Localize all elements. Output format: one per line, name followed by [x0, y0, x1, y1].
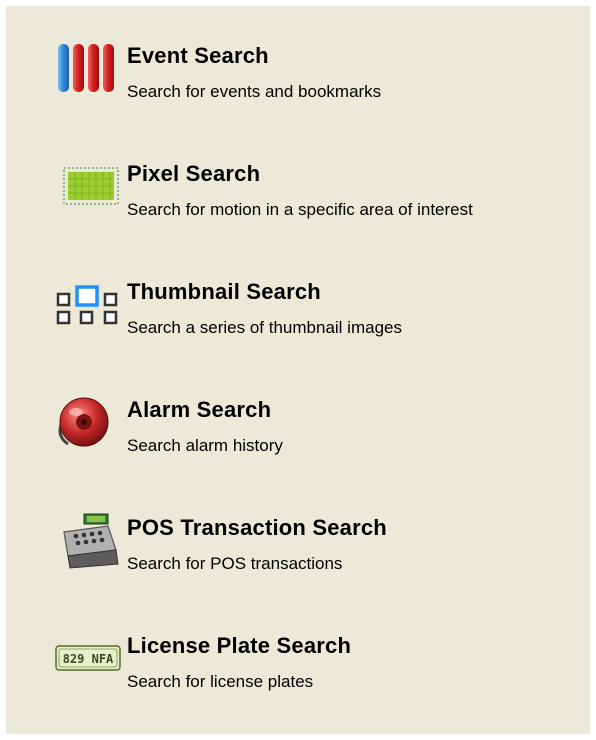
event-bars-icon [54, 38, 124, 98]
event-search-title: Event Search [127, 43, 269, 68]
alarm-search-option[interactable]: Alarm Search Search alarm history [54, 392, 584, 472]
pixel-area-icon [54, 156, 124, 216]
pixel-search-title: Pixel Search [127, 161, 261, 186]
license-plate-search-description: Search for license plates [127, 672, 314, 691]
pos-transaction-search-description: Search for POS transactions [127, 554, 343, 573]
pixel-search-description: Search for motion in a specific area of … [127, 200, 473, 219]
alarm-search-title: Alarm Search [127, 397, 272, 422]
alarm-search-description: Search alarm history [127, 436, 283, 455]
thumbnail-search-option[interactable]: Thumbnail Search Search a series of thum… [54, 274, 584, 354]
license-plate-search-option[interactable]: 829 NFA License Plate Search Search for … [54, 628, 584, 708]
pos-transaction-search-title: POS Transaction Search [127, 515, 387, 540]
thumbnail-grid-icon [54, 274, 124, 334]
license-plate-text: 829 NFA [63, 652, 114, 666]
search-type-panel: Event Search Search for events and bookm… [6, 6, 590, 734]
thumbnail-search-title: Thumbnail Search [127, 279, 321, 304]
event-search-description: Search for events and bookmarks [127, 82, 382, 101]
alarm-bell-icon [54, 392, 124, 452]
license-plate-search-title: License Plate Search [127, 633, 352, 658]
cash-register-icon [54, 510, 124, 570]
pos-transaction-search-option[interactable]: POS Transaction Search Search for POS tr… [54, 510, 584, 590]
thumbnail-search-description: Search a series of thumbnail images [127, 318, 402, 337]
event-search-option[interactable]: Event Search Search for events and bookm… [54, 38, 584, 118]
license-plate-icon: 829 NFA [54, 628, 124, 688]
pixel-search-option[interactable]: Pixel Search Search for motion in a spec… [54, 156, 584, 236]
